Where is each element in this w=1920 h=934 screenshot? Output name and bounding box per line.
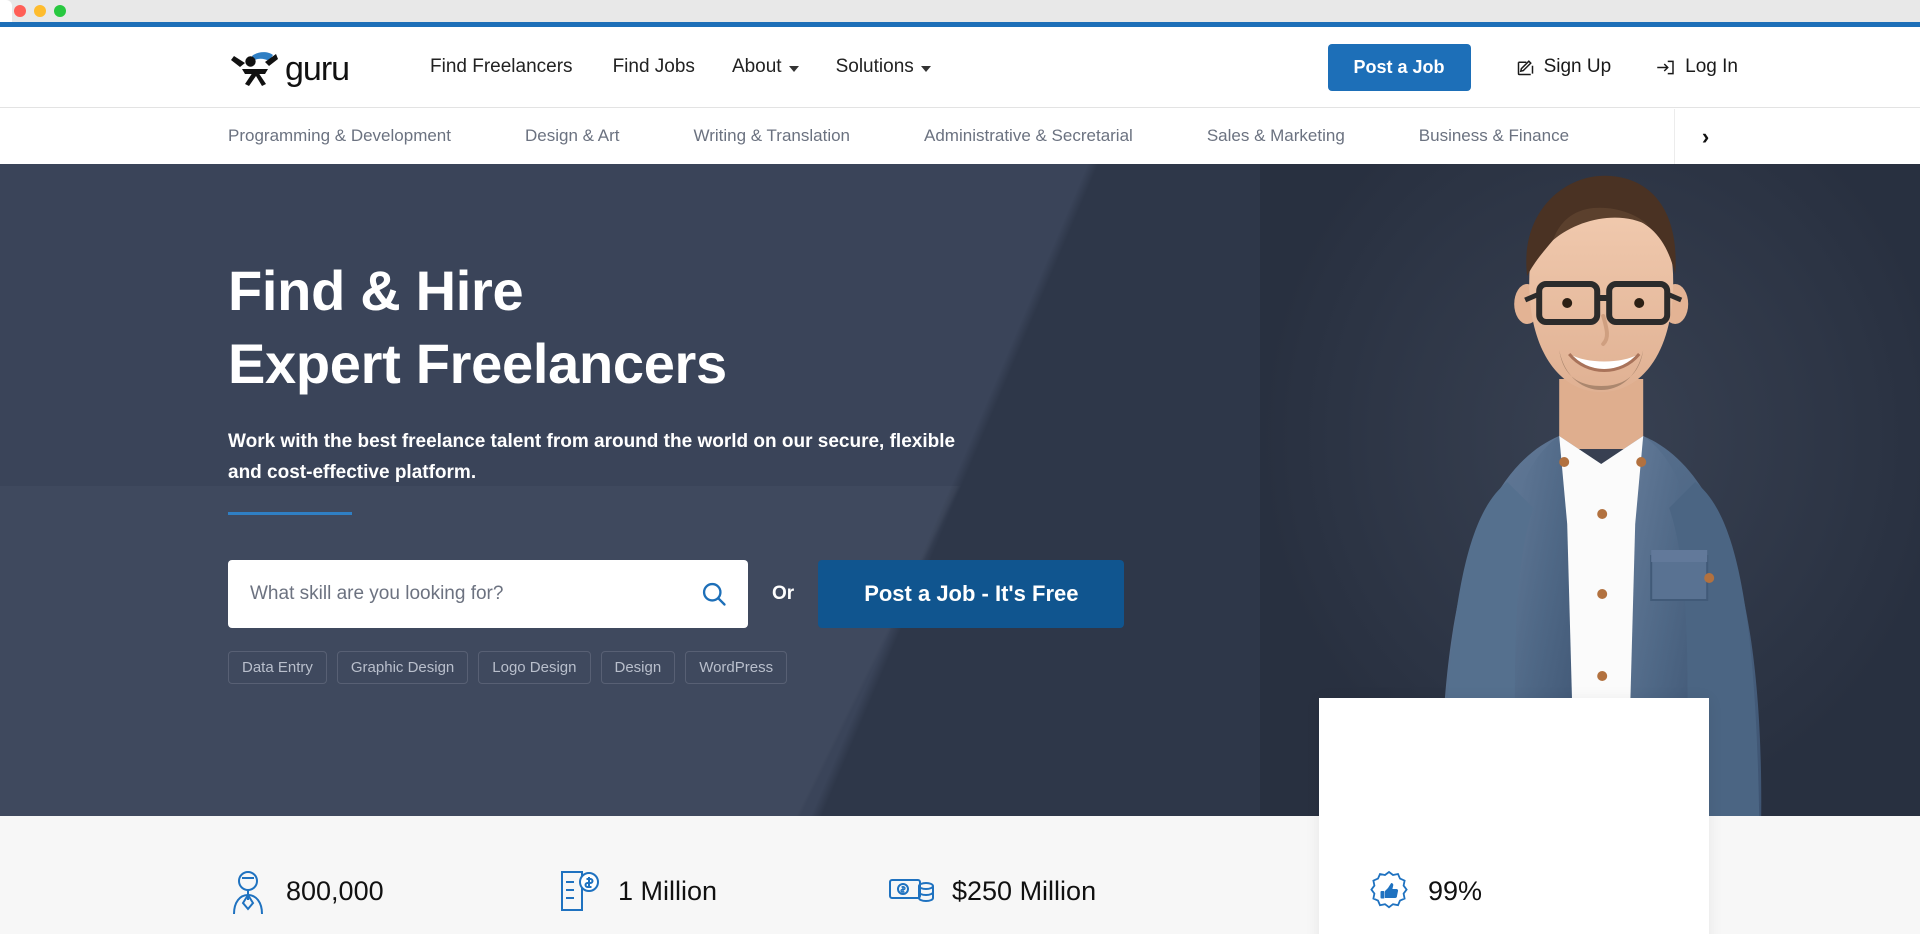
hero-title-line-1: Find & Hire — [228, 259, 524, 322]
or-separator-label: Or — [772, 582, 795, 604]
search-icon — [702, 582, 726, 606]
category-scroll-fade — [1612, 109, 1674, 164]
nav-find-freelancers[interactable]: Find Freelancers — [430, 56, 613, 78]
nav-about[interactable]: About — [732, 56, 836, 78]
sign-up-label: Sign Up — [1543, 56, 1612, 77]
window-traffic-lights — [14, 5, 66, 17]
category-business-finance[interactable]: Business & Finance — [1419, 126, 1569, 146]
sign-up-link[interactable]: Sign Up — [1515, 56, 1612, 78]
post-a-job-button[interactable]: Post a Job — [1327, 43, 1471, 91]
minimize-window-button[interactable] — [34, 5, 46, 17]
search-input[interactable] — [250, 582, 700, 605]
log-in-link[interactable]: Log In — [1655, 56, 1738, 78]
stat-freelancers: 800,000 — [228, 868, 558, 914]
category-design-art[interactable]: Design & Art — [525, 126, 620, 146]
job-invoice-dollar-icon — [558, 868, 600, 914]
browser-title-bar — [0, 0, 1920, 22]
nav-label: Solutions — [835, 56, 914, 77]
hero-content: Find & Hire Expert Freelancers Work with… — [0, 164, 1920, 684]
satisfaction-rating-card: 99% — [1319, 698, 1709, 934]
stat-jobs: 1 Million — [558, 868, 888, 914]
cash-money-icon — [888, 868, 934, 914]
chevron-down-icon — [920, 65, 931, 72]
guru-logo[interactable]: guru — [228, 47, 362, 87]
maximize-window-button[interactable] — [54, 5, 66, 17]
skill-search-box[interactable] — [228, 559, 748, 628]
post-a-job-free-button[interactable]: Post a Job - It's Free — [818, 559, 1125, 628]
site-header: guru Find Freelancers Find Jobs About So… — [0, 27, 1920, 107]
category-navigation: Programming & Development Design & Art W… — [0, 107, 1920, 164]
freelancer-person-icon — [228, 868, 268, 914]
stat-freelancers-value: 800,000 — [286, 875, 384, 906]
guru-logo-mark: guru — [231, 50, 350, 87]
nav-label: Find Jobs — [612, 56, 695, 77]
stat-paid: $250 Million — [888, 868, 1218, 914]
chip-graphic-design[interactable]: Graphic Design — [336, 650, 469, 684]
log-in-label: Log In — [1685, 56, 1738, 77]
stat-jobs-value: 1 Million — [618, 875, 718, 906]
hero-title: Find & Hire Expert Freelancers — [228, 260, 1920, 394]
nav-label: Find Freelancers — [430, 56, 573, 77]
category-sales-marketing[interactable]: Sales & Marketing — [1207, 126, 1345, 146]
svg-text:guru: guru — [285, 50, 349, 87]
nav-solutions[interactable]: Solutions — [836, 56, 968, 78]
arrow-right-to-bracket-icon — [1657, 60, 1674, 74]
hero-subtitle: Work with the best freelance talent from… — [228, 431, 956, 483]
chip-wordpress[interactable]: WordPress — [685, 650, 788, 684]
hero-accent-underline — [228, 511, 352, 515]
category-writing-translation[interactable]: Writing & Translation — [693, 126, 850, 146]
nav-find-jobs[interactable]: Find Jobs — [613, 56, 732, 78]
close-window-button[interactable] — [14, 5, 26, 17]
chip-data-entry[interactable]: Data Entry — [228, 650, 327, 684]
thumbs-up-badge-icon — [1368, 870, 1410, 912]
chip-logo-design[interactable]: Logo Design — [478, 650, 591, 684]
nav-label: About — [731, 56, 782, 77]
category-scroll-next-button[interactable]: › — [1674, 109, 1736, 164]
popular-skill-chips: Data Entry Graphic Design Logo Design De… — [228, 650, 1920, 684]
stat-paid-value: $250 Million — [952, 875, 1097, 906]
stats-bar: 800,000 1 Million $250 Million 99% — [0, 698, 1920, 934]
pencil-square-icon — [1517, 59, 1533, 75]
header-actions: Post a Job Sign Up Log In — [1327, 43, 1738, 91]
chevron-down-icon — [788, 65, 799, 72]
chip-design[interactable]: Design — [600, 650, 676, 684]
search-submit-button[interactable] — [700, 580, 728, 608]
satisfaction-rating-value: 99% — [1428, 875, 1483, 906]
primary-navigation: Find Freelancers Find Jobs About Solutio… — [430, 56, 968, 78]
category-programming-development[interactable]: Programming & Development — [228, 126, 451, 146]
chevron-right-icon: › — [1701, 123, 1710, 149]
hero-search-row: Or Post a Job - It's Free — [228, 559, 1920, 628]
hero-title-line-2: Expert Freelancers — [228, 331, 727, 395]
category-administrative-secretarial[interactable]: Administrative & Secretarial — [924, 126, 1133, 146]
